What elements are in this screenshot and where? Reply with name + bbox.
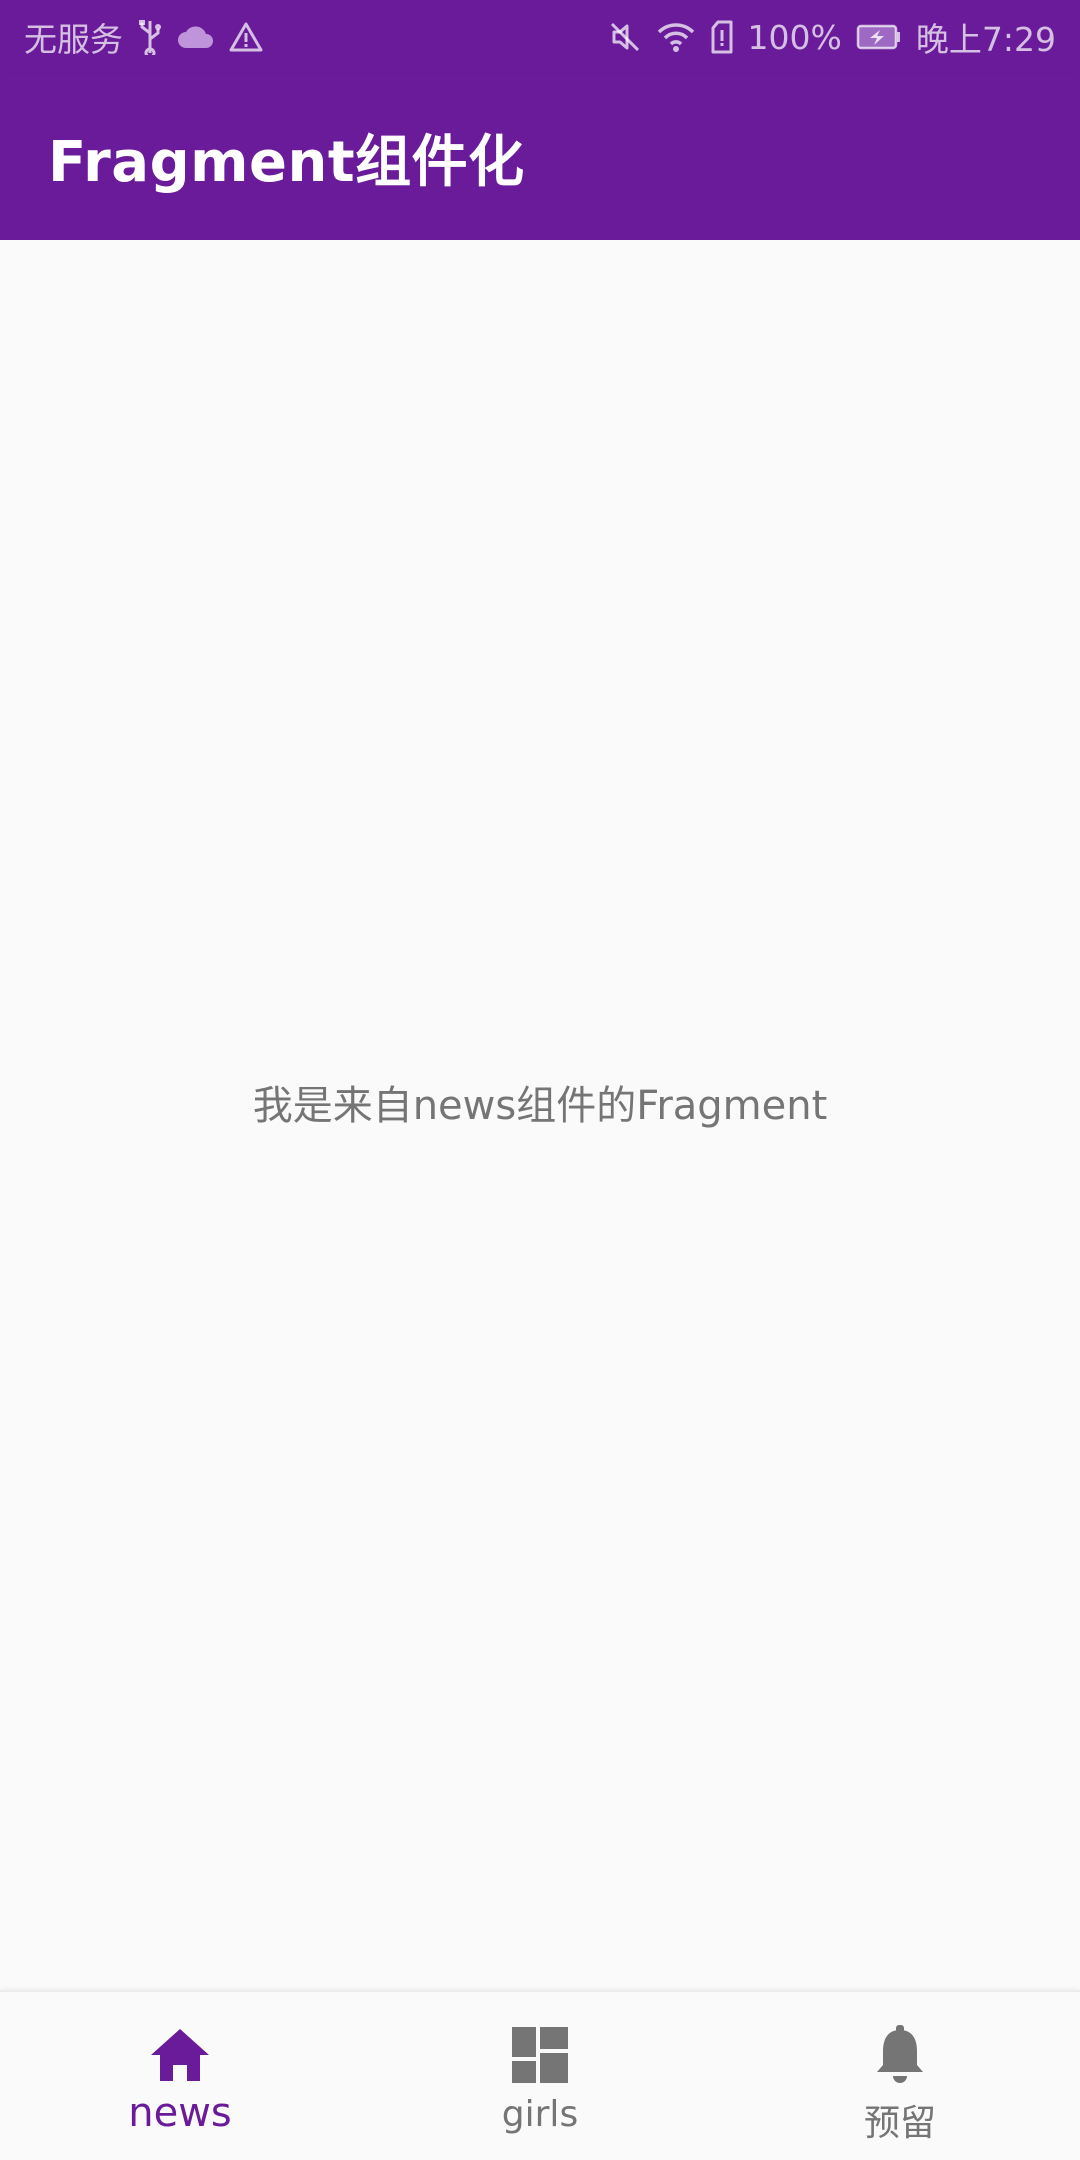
page-title: Fragment组件化 [48, 129, 525, 195]
mute-icon [608, 17, 642, 57]
home-icon [147, 2022, 213, 2088]
clock: 晚上7:29 [915, 20, 1056, 59]
nav-item-girls[interactable]: girls [360, 1992, 720, 2160]
status-right: 100% 晚上7:29 [608, 13, 1056, 61]
status-left: 无服务 [24, 13, 263, 61]
warning-icon [229, 17, 263, 57]
fragment-message: 我是来自news组件的Fragment [252, 1083, 828, 1129]
bell-icon [867, 2022, 933, 2088]
app-screen: 无服务 100% 晚上7:29 Fragment组件化 我是来自news组件的F… [0, 0, 1080, 2160]
cloud-icon [177, 17, 215, 57]
status-bar: 无服务 100% 晚上7:29 [0, 0, 1080, 74]
battery-percent: 100% [747, 17, 842, 57]
nav-label-girls: girls [501, 2094, 579, 2135]
usb-icon [137, 17, 163, 57]
nav-label-reserved: 预留 [863, 2103, 936, 2144]
nav-item-reserved[interactable]: 预留 [720, 1992, 1080, 2160]
bottom-navigation: news girls 预留 [0, 1990, 1080, 2160]
battery-charging-icon [856, 17, 902, 57]
nav-label-news: news [128, 2090, 232, 2136]
nav-item-news[interactable]: news [0, 1992, 360, 2160]
fragment-container: 我是来自news组件的Fragment [0, 240, 1080, 1990]
sim-icon [710, 17, 734, 57]
wifi-icon [656, 17, 696, 57]
app-bar: Fragment组件化 [0, 74, 1080, 240]
carrier-label: 无服务 [24, 20, 123, 59]
dashboard-icon [507, 2022, 573, 2088]
